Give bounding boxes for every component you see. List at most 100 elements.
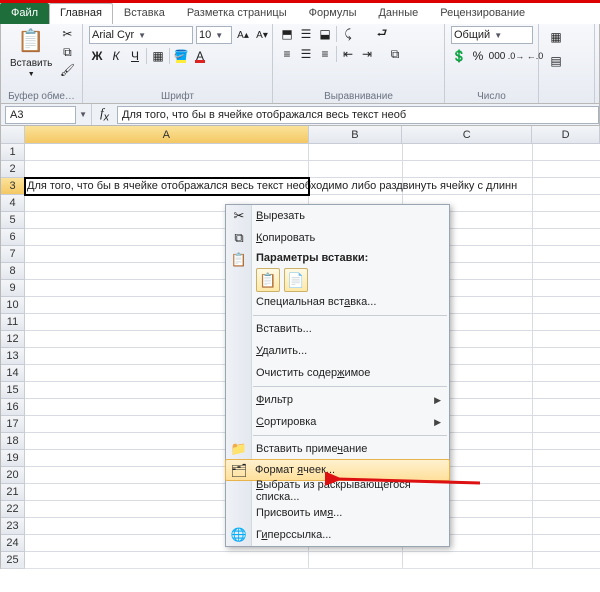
chevron-down-icon[interactable]: ▼: [79, 110, 87, 119]
cell[interactable]: [309, 161, 403, 178]
row-head-23[interactable]: 23: [1, 518, 25, 535]
cell[interactable]: [533, 467, 600, 484]
ctx-clear[interactable]: Очистить содержимое: [226, 362, 449, 384]
row-head-9[interactable]: 9: [1, 280, 25, 297]
name-box[interactable]: A3: [5, 106, 76, 124]
grow-font-button[interactable]: A▴: [235, 27, 251, 43]
cell[interactable]: [533, 229, 600, 246]
col-head-b[interactable]: B: [309, 126, 403, 144]
align-middle-button[interactable]: ☰: [298, 26, 314, 42]
percent-button[interactable]: %: [470, 48, 486, 64]
cell[interactable]: [533, 416, 600, 433]
align-top-button[interactable]: ⬒: [279, 26, 295, 42]
row-head-2[interactable]: 2: [1, 161, 25, 178]
ctx-delete[interactable]: Удалить...: [226, 340, 449, 362]
ctx-define-name[interactable]: Присвоить имя...: [226, 502, 449, 524]
ctx-format-cells[interactable]: 🗂Формат ячеек...: [225, 459, 450, 481]
align-center-button[interactable]: ☰: [298, 46, 314, 62]
italic-button[interactable]: К: [108, 48, 124, 64]
increase-indent-button[interactable]: ⇥: [359, 46, 375, 62]
row-head-10[interactable]: 10: [1, 297, 25, 314]
font-color-button[interactable]: A: [192, 48, 208, 64]
cell[interactable]: [533, 331, 600, 348]
cell[interactable]: [403, 144, 533, 161]
cell[interactable]: [533, 144, 600, 161]
cell[interactable]: [533, 450, 600, 467]
format-table-button[interactable]: ▤: [545, 50, 567, 72]
bold-button[interactable]: Ж: [89, 48, 105, 64]
align-left-button[interactable]: ≡: [279, 46, 295, 62]
underline-button[interactable]: Ч: [127, 48, 143, 64]
cell[interactable]: [533, 535, 600, 552]
cell[interactable]: [403, 161, 533, 178]
cell[interactable]: [533, 246, 600, 263]
row-head-21[interactable]: 21: [1, 484, 25, 501]
decrease-indent-button[interactable]: ⇤: [340, 46, 356, 62]
tab-data[interactable]: Данные: [367, 3, 429, 24]
cell[interactable]: [533, 212, 600, 229]
cell[interactable]: [533, 297, 600, 314]
cell[interactable]: [533, 161, 600, 178]
ctx-pick-from-list[interactable]: Выбрать из раскрывающегося списка...: [226, 480, 449, 502]
row-head-24[interactable]: 24: [1, 535, 25, 552]
row-head-16[interactable]: 16: [1, 399, 25, 416]
ctx-filter[interactable]: Фильтр▶: [226, 389, 449, 411]
wrap-text-button[interactable]: ⮐: [374, 26, 390, 42]
tab-file[interactable]: Файл: [0, 3, 49, 24]
cell[interactable]: [533, 365, 600, 382]
row-head-13[interactable]: 13: [1, 348, 25, 365]
row-head-14[interactable]: 14: [1, 365, 25, 382]
shrink-font-button[interactable]: A▾: [254, 27, 270, 43]
cell[interactable]: [309, 144, 403, 161]
cell[interactable]: [25, 144, 309, 161]
cell[interactable]: [533, 280, 600, 297]
cell[interactable]: [533, 433, 600, 450]
increase-decimal-button[interactable]: .0→: [508, 48, 524, 64]
row-head-1[interactable]: 1: [1, 144, 25, 161]
align-bottom-button[interactable]: ⬓: [317, 26, 333, 42]
align-right-button[interactable]: ≡: [317, 46, 333, 62]
ctx-insert-comment[interactable]: 📁Вставить примечание: [226, 438, 449, 460]
formula-input[interactable]: Для того, что бы в ячейке отображался ве…: [117, 106, 599, 124]
row-head-15[interactable]: 15: [1, 382, 25, 399]
paste-option-all[interactable]: 📋: [256, 268, 280, 292]
format-painter-button[interactable]: 🖌: [59, 62, 75, 78]
row-head-20[interactable]: 20: [1, 467, 25, 484]
cell[interactable]: [533, 263, 600, 280]
row-head-5[interactable]: 5: [1, 212, 25, 229]
cell[interactable]: [533, 399, 600, 416]
row-head-3[interactable]: 3: [1, 178, 25, 195]
orientation-button[interactable]: ⤹: [340, 26, 356, 42]
ctx-insert[interactable]: Вставить...: [226, 318, 449, 340]
font-name-combo[interactable]: Arial Cyr▼: [89, 26, 193, 44]
row-head-6[interactable]: 6: [1, 229, 25, 246]
borders-button[interactable]: ▦: [150, 48, 166, 64]
row-head-8[interactable]: 8: [1, 263, 25, 280]
comma-button[interactable]: 000: [489, 48, 505, 64]
ctx-copy[interactable]: ⧉Копировать: [226, 227, 449, 249]
row-head-4[interactable]: 4: [1, 195, 25, 212]
col-head-d[interactable]: D: [532, 126, 600, 144]
fill-color-button[interactable]: 🪣: [173, 48, 189, 64]
cut-button[interactable]: ✂: [59, 26, 75, 42]
accounting-button[interactable]: 💲: [451, 48, 467, 64]
row-head-17[interactable]: 17: [1, 416, 25, 433]
col-head-c[interactable]: C: [402, 126, 532, 144]
cell[interactable]: [533, 195, 600, 212]
number-format-combo[interactable]: Общий▼: [451, 26, 533, 44]
ctx-sort[interactable]: Сортировка▶: [226, 411, 449, 433]
cell[interactable]: [533, 518, 600, 535]
paste-option-values[interactable]: 📄: [284, 268, 308, 292]
font-size-combo[interactable]: 10▼: [196, 26, 232, 44]
cell[interactable]: [533, 501, 600, 518]
row-head-12[interactable]: 12: [1, 331, 25, 348]
cell[interactable]: [533, 484, 600, 501]
row-head-18[interactable]: 18: [1, 433, 25, 450]
select-all-corner[interactable]: [1, 126, 25, 144]
ctx-paste-special[interactable]: Специальная вставка...: [226, 291, 449, 313]
row-head-19[interactable]: 19: [1, 450, 25, 467]
tab-review[interactable]: Рецензирование: [429, 3, 536, 24]
cell[interactable]: Для того, что бы в ячейке отображался ве…: [25, 178, 309, 195]
fx-icon[interactable]: fx: [92, 105, 117, 124]
copy-button[interactable]: ⧉: [59, 44, 75, 60]
